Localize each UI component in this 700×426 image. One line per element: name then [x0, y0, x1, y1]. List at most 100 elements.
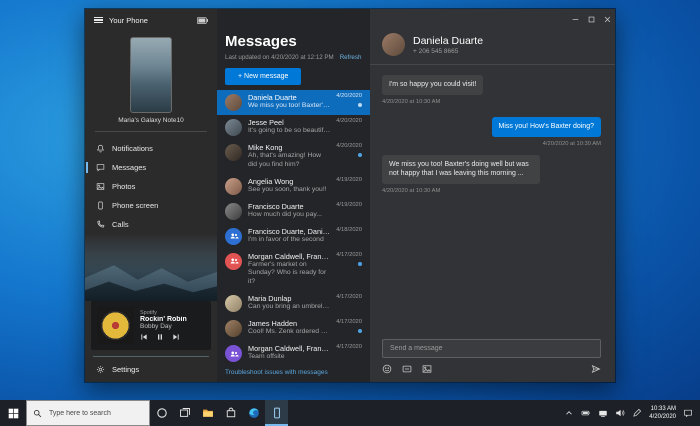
messages-list-pane: Messages Last updated on 4/20/2020 at 12… — [217, 9, 370, 382]
message-input[interactable] — [382, 339, 601, 358]
contact-avatar — [225, 119, 242, 136]
sidebar-item-label: Notifications — [112, 144, 153, 153]
previous-icon[interactable] — [140, 333, 148, 341]
conversation-name: Daniela Duarte — [248, 93, 330, 102]
conversation-item[interactable]: Angelia WongSee you soon, thank you!!4/1… — [217, 173, 370, 198]
unread-indicator — [358, 103, 362, 107]
minimize-button[interactable] — [567, 9, 583, 29]
contact-name: Daniela Duarte — [413, 35, 483, 47]
message-timestamp: 4/20/2020 at 10:30 AM — [543, 141, 601, 147]
conversation-meta: 4/17/2020 — [336, 252, 362, 266]
troubleshoot-link[interactable]: Troubleshoot issues with messages — [217, 366, 370, 382]
battery-icon[interactable] — [581, 408, 591, 418]
track-title: Rockin' Robin — [140, 316, 187, 323]
start-button[interactable] — [0, 400, 26, 426]
cortana-icon[interactable] — [150, 400, 173, 426]
phone-screen-icon — [96, 201, 105, 210]
sidebar-item-notifications[interactable]: Notifications — [85, 139, 217, 158]
sidebar-item-label: Messages — [112, 163, 146, 172]
sidebar-item-messages[interactable]: Messages — [85, 158, 217, 177]
conversation-text: Maria DunlapCan you bring an umbrella? — [248, 294, 330, 312]
system-tray: 10:33 AM 4/20/2020 — [557, 400, 700, 426]
conversation-item[interactable]: Francisco DuarteHow much did you pay...4… — [217, 198, 370, 223]
unread-indicator — [358, 153, 362, 157]
conversation-item[interactable]: James HaddenCool! Ms. Zenk ordered 50...… — [217, 316, 370, 341]
next-icon[interactable] — [172, 333, 180, 341]
settings-label: Settings — [112, 365, 139, 374]
hamburger-menu-icon[interactable] — [94, 15, 103, 25]
phone-preview-thumbnail[interactable] — [130, 37, 172, 113]
message-bubble[interactable]: Miss you! How's Baxter doing? — [492, 117, 602, 137]
conversation-item[interactable]: Morgan Caldwell, Francisco ...Farmer's m… — [217, 248, 370, 290]
conversation-item[interactable]: Morgan Caldwell, Francisco ...Team offsi… — [217, 341, 370, 366]
taskbar-clock[interactable]: 10:33 AM 4/20/2020 — [649, 405, 676, 421]
sidebar-item-label: Photos — [112, 182, 135, 191]
emoji-icon[interactable] — [382, 364, 392, 374]
conversation-preview: I'm in favor of the second — [248, 236, 330, 245]
conversation-preview: Can you bring an umbrella? — [248, 303, 330, 312]
conversation-text: Daniela DuarteWe miss you too! Baxter's … — [248, 93, 330, 111]
your-phone-icon[interactable] — [265, 400, 288, 426]
sidebar-item-photos[interactable]: Photos — [85, 177, 217, 196]
task-view-icon[interactable] — [173, 400, 196, 426]
media-player-card: Spotify Rockin' Robin Bobby Day — [91, 301, 211, 350]
conversation-item[interactable]: Mike KongAh, that's amazing! How did you… — [217, 140, 370, 174]
pause-icon[interactable] — [156, 333, 164, 341]
conversation-item[interactable]: Francisco Duarte, Daniela ...I'm in favo… — [217, 223, 370, 248]
conversation-meta: 4/18/2020 — [336, 227, 362, 233]
contact-avatar — [225, 178, 242, 195]
conversation-text: Morgan Caldwell, Francisco ...Team offsi… — [248, 344, 330, 362]
message-bubble[interactable]: I'm so happy you could visit! — [382, 75, 483, 95]
divider — [93, 356, 209, 357]
taskbar-apps — [150, 400, 288, 426]
pen-icon[interactable] — [632, 408, 642, 418]
image-icon[interactable] — [422, 364, 432, 374]
gif-icon[interactable] — [402, 364, 412, 374]
conversation-date: 4/18/2020 — [336, 227, 362, 233]
conversation-meta: 4/20/2020 — [336, 118, 362, 124]
conversation-name: James Hadden — [248, 319, 330, 328]
conversation-item[interactable]: Daniela DuarteWe miss you too! Baxter's … — [217, 90, 370, 115]
search-input[interactable] — [47, 409, 143, 418]
conversation-preview: Ah, that's amazing! How did you find him… — [248, 152, 330, 170]
refresh-link[interactable]: Refresh — [340, 54, 362, 61]
conversation-meta: 4/20/2020 — [336, 93, 362, 107]
conversation-pane: Daniela Duarte + 206 545 8665 I'm so hap… — [370, 9, 615, 382]
send-icon[interactable] — [591, 364, 601, 374]
edge-icon[interactable] — [242, 400, 265, 426]
conversation-meta: 4/17/2020 — [336, 319, 362, 333]
sidebar-item-phone-screen[interactable]: Phone screen — [85, 196, 217, 215]
action-center-icon[interactable] — [683, 408, 693, 418]
conversation-date: 4/20/2020 — [336, 143, 362, 149]
group-avatar — [225, 228, 242, 245]
sidebar-item-calls[interactable]: Calls — [85, 215, 217, 234]
bell-icon — [96, 144, 105, 153]
volume-icon[interactable] — [615, 408, 625, 418]
sidebar-item-settings[interactable]: Settings — [85, 359, 217, 382]
new-message-button[interactable]: + New message — [225, 68, 301, 85]
gear-icon — [96, 365, 105, 374]
contact-avatar — [225, 203, 242, 220]
conversation-name: Francisco Duarte, Daniela ... — [248, 227, 330, 236]
close-button[interactable] — [599, 9, 615, 29]
maximize-button[interactable] — [583, 9, 599, 29]
message-icon — [96, 163, 105, 172]
compose-toolbar — [382, 364, 601, 374]
network-icon[interactable] — [598, 408, 608, 418]
clock-date: 4/20/2020 — [649, 413, 676, 421]
conversation-preview: See you soon, thank you!! — [248, 186, 330, 195]
group-avatar — [225, 345, 242, 362]
conversation-preview: It's going to be so beautiful! — [248, 127, 330, 136]
contact-avatar — [225, 320, 242, 337]
tray-icons — [564, 408, 642, 418]
taskbar-search[interactable] — [26, 400, 150, 426]
file-explorer-icon[interactable] — [196, 400, 219, 426]
conversation-item[interactable]: Maria DunlapCan you bring an umbrella?4/… — [217, 291, 370, 316]
store-icon[interactable] — [219, 400, 242, 426]
contact-avatar — [225, 94, 242, 111]
conversation-item[interactable]: Jesse PeelIt's going to be so beautiful!… — [217, 115, 370, 140]
message-bubble[interactable]: We miss you too! Baxter's doing well but… — [382, 155, 540, 185]
chevron-up-icon[interactable] — [564, 408, 574, 418]
group-avatar — [225, 253, 242, 270]
conversation-text: Angelia WongSee you soon, thank you!! — [248, 177, 330, 195]
